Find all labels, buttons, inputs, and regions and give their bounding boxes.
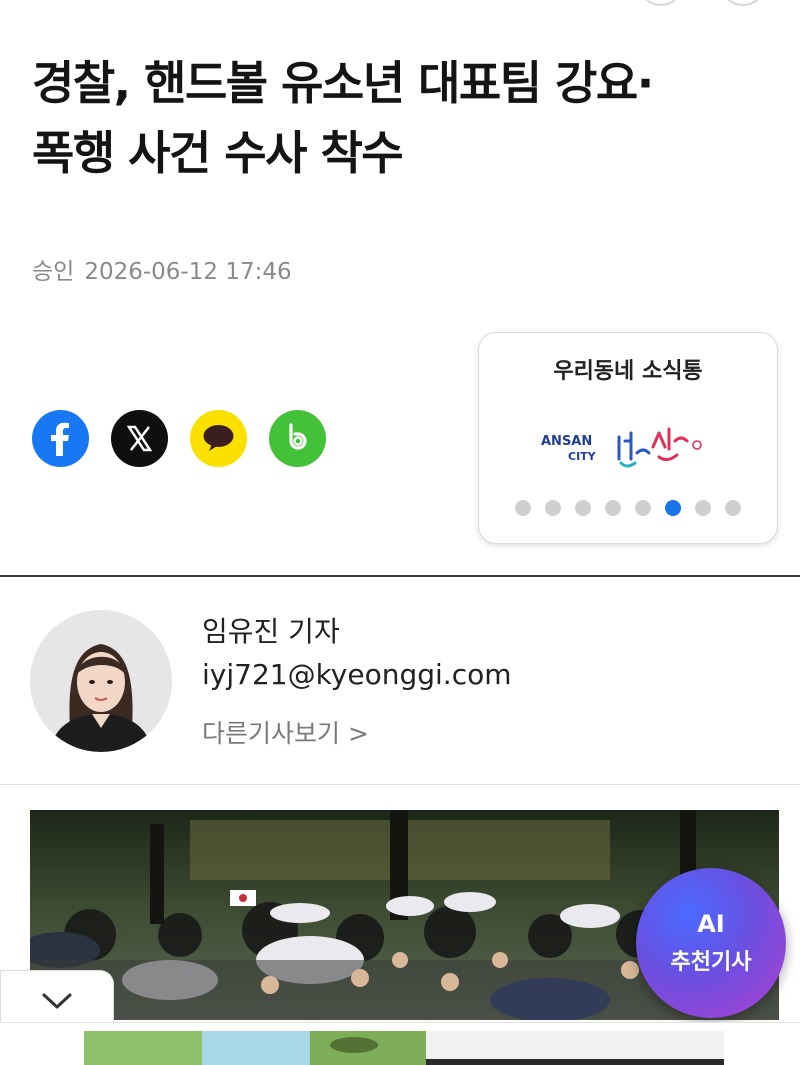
carousel-dot[interactable] [545,500,561,516]
ad-image [84,1031,724,1065]
collapse-ad-button[interactable] [0,970,114,1030]
reporter-divider [0,784,800,785]
reporter-name: 임유진 기자 [202,615,340,648]
more-articles-link[interactable]: 다른기사보기 > [202,714,369,750]
svg-text:ANSAN: ANSAN [541,434,592,449]
kakaotalk-icon [203,425,234,451]
carousel-dot[interactable] [725,500,741,516]
top-toolbar-button-2[interactable] [720,0,766,6]
reporter-avatar [30,610,172,752]
chevron-down-icon [42,993,72,1008]
local-news-widget[interactable]: 우리동네 소식통 ANSAN CITY [478,332,778,544]
x-share-button[interactable] [111,410,168,467]
approved-timestamp: 승인 2026-06-12 17:46 [32,252,292,286]
carousel-dots [479,500,777,516]
section-divider [0,575,800,577]
carousel-dot[interactable] [695,500,711,516]
band-share-button[interactable] [269,410,326,467]
approved-label: 승인 [32,259,75,285]
headline-line-1: 경찰, 핸드볼 유소년 대표팀 강요· [32,56,654,110]
carousel-dot[interactable] [575,500,591,516]
reporter-email[interactable]: iyj721@kyeonggi.com [202,658,512,691]
ai-button-subtitle: 추천기사 [670,950,752,975]
approved-datetime: 2026-06-12 17:46 [84,259,292,285]
local-news-title: 우리동네 소식통 [553,359,703,384]
ansan-city-logo: ANSAN CITY [541,427,702,468]
kakaotalk-share-button[interactable] [190,410,247,467]
carousel-dot[interactable] [605,500,621,516]
svg-text:CITY: CITY [568,450,597,463]
bottom-ad-banner[interactable] [0,1022,800,1065]
x-icon [126,425,153,452]
carousel-dot[interactable] [515,500,531,516]
carousel-dot[interactable] [665,500,681,516]
facebook-share-button[interactable] [32,410,89,467]
top-toolbar-button-1[interactable] [638,0,684,6]
carousel-dot[interactable] [635,500,651,516]
headline-line-2: 폭행 사건 수사 착수 [32,126,404,180]
band-icon [289,423,307,450]
article-headline: 경찰, 핸드볼 유소년 대표팀 강요· 폭행 사건 수사 착수 [32,48,772,188]
facebook-icon [51,422,69,456]
ai-recommend-button[interactable]: AI 추천기사 [636,868,786,1018]
ai-button-title: AI [697,910,725,938]
share-buttons [32,410,326,467]
